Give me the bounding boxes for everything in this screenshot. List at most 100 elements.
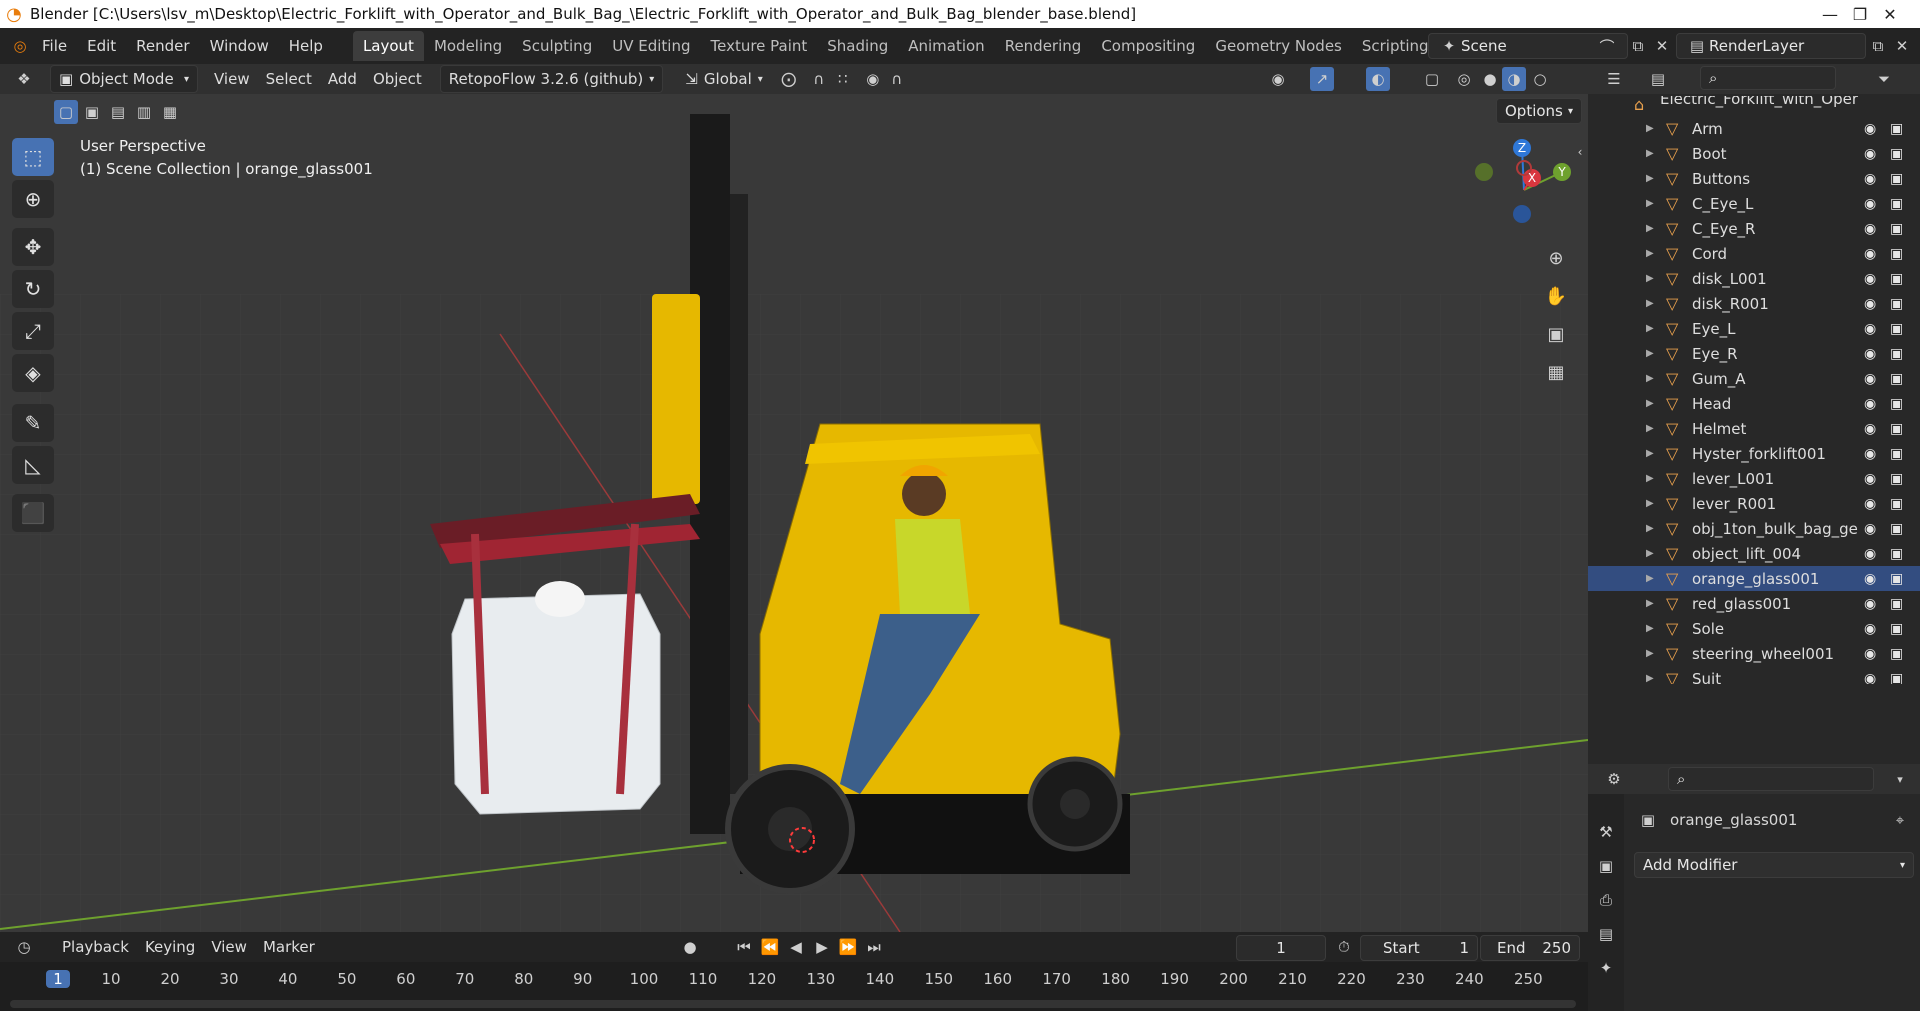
view-layer-tab-icon[interactable]: ▤ [1594,922,1618,946]
editor-type-icon[interactable]: ❖ [12,67,36,91]
expand-arrow-icon[interactable]: ▶ [1646,223,1654,234]
material-shading-icon[interactable]: ◑ [1502,67,1526,91]
end-frame-field[interactable]: End 250 [1480,935,1580,961]
camera-icon[interactable]: ▣ [1890,146,1903,162]
tab-texture-paint[interactable]: Texture Paint [700,31,817,61]
expand-arrow-icon[interactable]: ▶ [1646,198,1654,209]
tab-geometry-nodes[interactable]: Geometry Nodes [1205,31,1352,61]
close-button[interactable]: ✕ [1860,0,1920,28]
expand-arrow-icon[interactable]: ▶ [1646,173,1654,184]
overlay-icon[interactable]: ◐ [1366,67,1390,91]
menu-file[interactable]: File [32,37,77,55]
outliner-item[interactable]: ▶ ▽ Cord ◉ ▣ [1588,241,1920,266]
cursor-tool[interactable]: ⊕ [12,180,54,218]
zoom-icon[interactable]: ⊕ [1544,246,1568,270]
outliner-item[interactable]: ▶ ▽ Helmet ◉ ▣ [1588,416,1920,441]
select-invert-icon[interactable]: ▥ [132,100,156,124]
expand-arrow-icon[interactable]: ▶ [1646,573,1654,584]
menu-object[interactable]: Object [365,66,430,92]
properties-search[interactable]: ⌕ [1668,767,1874,791]
proportional-edit-icon[interactable]: ◉ [861,67,885,91]
outliner-item[interactable]: ▶ ▽ Arm ◉ ▣ [1588,116,1920,141]
blender-menu-icon[interactable]: ◎ [8,34,32,58]
outliner-item[interactable]: ▶ ▽ Gum_A ◉ ▣ [1588,366,1920,391]
3d-viewport[interactable]: User Perspective (1) Scene Collection | … [0,94,1588,932]
eye-icon[interactable]: ◉ [1864,171,1876,187]
move-tool[interactable]: ✥ [12,228,54,266]
tab-modeling[interactable]: Modeling [424,31,512,61]
tab-uv-editing[interactable]: UV Editing [602,31,700,61]
navigation-gizmo[interactable]: Z Y X [1470,134,1580,244]
eye-icon[interactable]: ◉ [1864,121,1876,137]
eye-icon[interactable]: ◉ [1864,421,1876,437]
select-new-icon[interactable]: ▢ [54,100,78,124]
scale-tool[interactable]: ⤢ [12,312,54,350]
menu-edit[interactable]: Edit [77,37,126,55]
orientation-dropdown[interactable]: ⇲ Global ▾ [677,66,770,92]
annotate-tool[interactable]: ✎ [12,404,54,442]
camera-icon[interactable]: ▣ [1890,271,1903,287]
eye-icon[interactable]: ◉ [1864,271,1876,287]
camera-icon[interactable]: ▣ [1890,246,1903,262]
snap-target-icon[interactable]: ∷ [831,67,855,91]
outliner-search[interactable]: ⌕ [1700,66,1836,90]
camera-icon[interactable]: ▣ [1890,171,1903,187]
eye-icon[interactable]: ◉ [1864,596,1876,612]
menu-marker[interactable]: Marker [255,934,323,960]
eye-icon[interactable]: ◉ [1864,621,1876,637]
wireframe-shading-icon[interactable]: ◎ [1452,67,1476,91]
camera-icon[interactable]: ▣ [1890,421,1903,437]
camera-icon[interactable]: ▣ [1890,571,1903,587]
transform-tool[interactable]: ◈ [12,354,54,392]
render-tab-icon[interactable]: ▣ [1594,854,1618,878]
outliner-item[interactable]: ▶ ▽ Boot ◉ ▣ [1588,141,1920,166]
solid-shading-icon[interactable]: ● [1478,67,1502,91]
pin-icon[interactable]: ⌖ [1888,808,1912,832]
expand-arrow-icon[interactable]: ▶ [1646,598,1654,609]
camera-icon[interactable]: ▣ [1890,496,1903,512]
menu-help[interactable]: Help [279,37,333,55]
select-box-tool[interactable]: ⬚ [12,138,54,176]
snap-icon[interactable]: ∩ [807,67,831,91]
output-tab-icon[interactable]: ⎙ [1594,888,1618,912]
menu-timeline-view[interactable]: View [203,934,255,960]
expand-arrow-icon[interactable]: ▶ [1646,623,1654,634]
add-modifier-dropdown[interactable]: Add Modifier ▾ [1634,852,1914,878]
camera-icon[interactable]: ▣ [1890,396,1903,412]
camera-icon[interactable]: ▣ [1890,346,1903,362]
tab-layout[interactable]: Layout [352,31,424,61]
expand-arrow-icon[interactable]: ▶ [1646,548,1654,559]
eye-icon[interactable]: ◉ [1864,396,1876,412]
camera-icon[interactable]: ▣ [1890,371,1903,387]
expand-arrow-icon[interactable]: ▶ [1646,498,1654,509]
eye-icon[interactable]: ◉ [1864,196,1876,212]
expand-arrow-icon[interactable]: ▶ [1646,373,1654,384]
outliner-item[interactable]: ▶ ▽ Head ◉ ▣ [1588,391,1920,416]
eye-icon[interactable]: ◉ [1864,446,1876,462]
expand-arrow-icon[interactable]: ▶ [1646,323,1654,334]
menu-window[interactable]: Window [200,37,279,55]
outliner-item[interactable]: ▶ ▽ C_Eye_L ◉ ▣ [1588,191,1920,216]
play-icon[interactable]: ▶ [810,935,834,959]
expand-arrow-icon[interactable]: ▶ [1646,448,1654,459]
eye-icon[interactable]: ◉ [1864,521,1876,537]
retopoflow-dropdown[interactable]: RetopoFlow 3.2.6 (github) ▾ [439,65,664,93]
outliner-item[interactable]: ▶ ▽ Hyster_forklift001 ◉ ▣ [1588,441,1920,466]
new-scene-icon[interactable]: ⧉ [1626,34,1650,58]
perspective-toggle-icon[interactable]: ▦ [1544,360,1568,384]
view-layer-selector[interactable]: ▤ RenderLayer [1676,33,1866,59]
options-dropdown[interactable]: Options ▾ [1496,98,1582,124]
measure-tool[interactable]: ◺ [12,446,54,484]
camera-icon[interactable]: ▣ [1890,196,1903,212]
outliner-item[interactable]: ▶ ▽ C_Eye_R ◉ ▣ [1588,216,1920,241]
outliner-item[interactable]: ▶ ▽ Eye_L ◉ ▣ [1588,316,1920,341]
tab-shading[interactable]: Shading [817,31,898,61]
menu-keying[interactable]: Keying [137,934,203,960]
expand-arrow-icon[interactable]: ▶ [1646,273,1654,284]
timeline-scrollbar[interactable] [10,1000,1576,1008]
camera-icon[interactable]: ▣ [1890,471,1903,487]
sidebar-toggle-icon[interactable]: ‹ [1568,140,1588,164]
expand-arrow-icon[interactable]: ▶ [1646,423,1654,434]
pan-hand-icon[interactable]: ✋ [1544,284,1568,308]
outliner-collection-row[interactable]: ⌂ Electric_Forklift_with_Oper [1588,96,1920,112]
